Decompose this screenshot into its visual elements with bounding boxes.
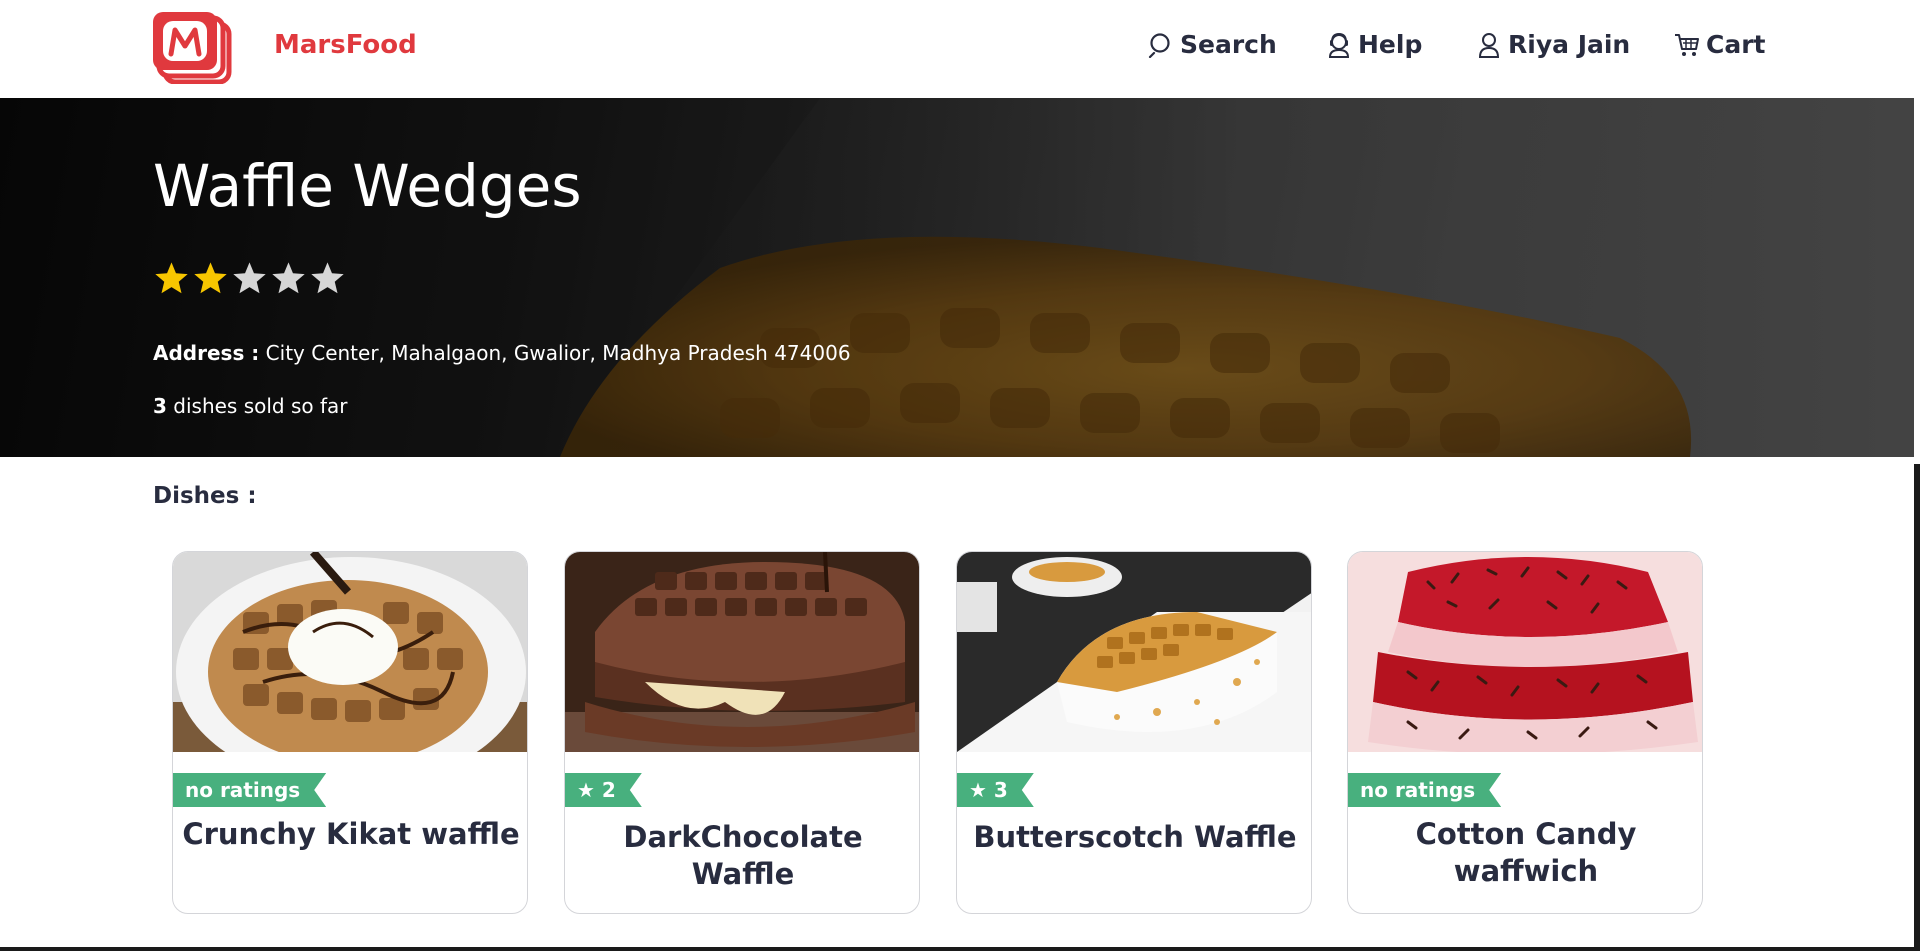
nav-help-label: Help — [1358, 30, 1423, 59]
butterscotch-waffle-slice-image — [957, 552, 1311, 752]
dish-card[interactable]: no ratings Crunchy Kikat waffle — [172, 551, 528, 914]
restaurant-address: Address : City Center, Mahalgaon, Gwalio… — [153, 341, 851, 365]
restaurant-hero: Waffle Wedges Address : City Center, Mah… — [0, 98, 1914, 457]
top-header: MarsFood Search Help Riya Jain Cart — [0, 0, 1920, 98]
rating-badge: ★ 2 — [565, 773, 642, 807]
rating-badge: ★ 3 — [957, 773, 1034, 807]
nav-cart-label: Cart — [1706, 30, 1766, 59]
brand-name[interactable]: MarsFood — [274, 30, 417, 60]
rating-badge: no ratings — [1348, 773, 1501, 807]
nav-search-label: Search — [1180, 30, 1277, 59]
waffle-whipped-cream-image — [173, 552, 527, 752]
bottom-edge — [0, 947, 1920, 951]
rating-badge: no ratings — [173, 773, 326, 807]
address-label: Address : — [153, 341, 260, 365]
cart-icon — [1675, 33, 1699, 56]
star-icon — [194, 262, 227, 294]
nav-cart[interactable]: Cart — [1674, 30, 1766, 59]
nav-help[interactable]: Help — [1326, 30, 1422, 59]
star-icon — [272, 262, 305, 294]
star-icon — [311, 262, 344, 294]
dish-card[interactable]: ★ 3 Butterscotch Waffle — [956, 551, 1312, 914]
dish-card[interactable]: ★ 2 DarkChocolate Waffle — [564, 551, 920, 914]
dish-name: Cotton Candy waffwich — [1415, 817, 1637, 888]
chocolate-waffle-sandwich-image — [565, 552, 919, 752]
red-velvet-waffle-image — [1348, 552, 1702, 752]
restaurant-name: Waffle Wedges — [153, 152, 582, 220]
nav-user-label: Riya Jain — [1508, 30, 1631, 59]
marsfood-logo[interactable] — [153, 12, 233, 84]
star-icon — [155, 262, 188, 294]
user-icon — [1478, 32, 1500, 58]
nav-search[interactable]: Search — [1148, 30, 1277, 59]
dish-name: Crunchy Kikat waffle — [182, 817, 520, 851]
search-icon — [1148, 32, 1170, 58]
dish-name: DarkChocolate Waffle — [623, 820, 863, 891]
dishes-sold: 3 dishes sold so far — [153, 394, 348, 418]
nav-user[interactable]: Riya Jain — [1476, 30, 1630, 59]
restaurant-rating — [153, 260, 346, 297]
scrollbar-edge — [1914, 464, 1920, 951]
star-icon — [233, 262, 266, 294]
address-value: City Center, Mahalgaon, Gwalior, Madhya … — [265, 341, 851, 365]
sold-text: dishes sold so far — [173, 394, 348, 418]
help-icon — [1328, 32, 1350, 58]
dish-name: Butterscotch Waffle — [973, 820, 1297, 854]
sold-count: 3 — [153, 394, 167, 418]
dishes-heading: Dishes : — [153, 483, 257, 509]
dish-card[interactable]: no ratings Cotton Candy waffwich — [1347, 551, 1703, 914]
